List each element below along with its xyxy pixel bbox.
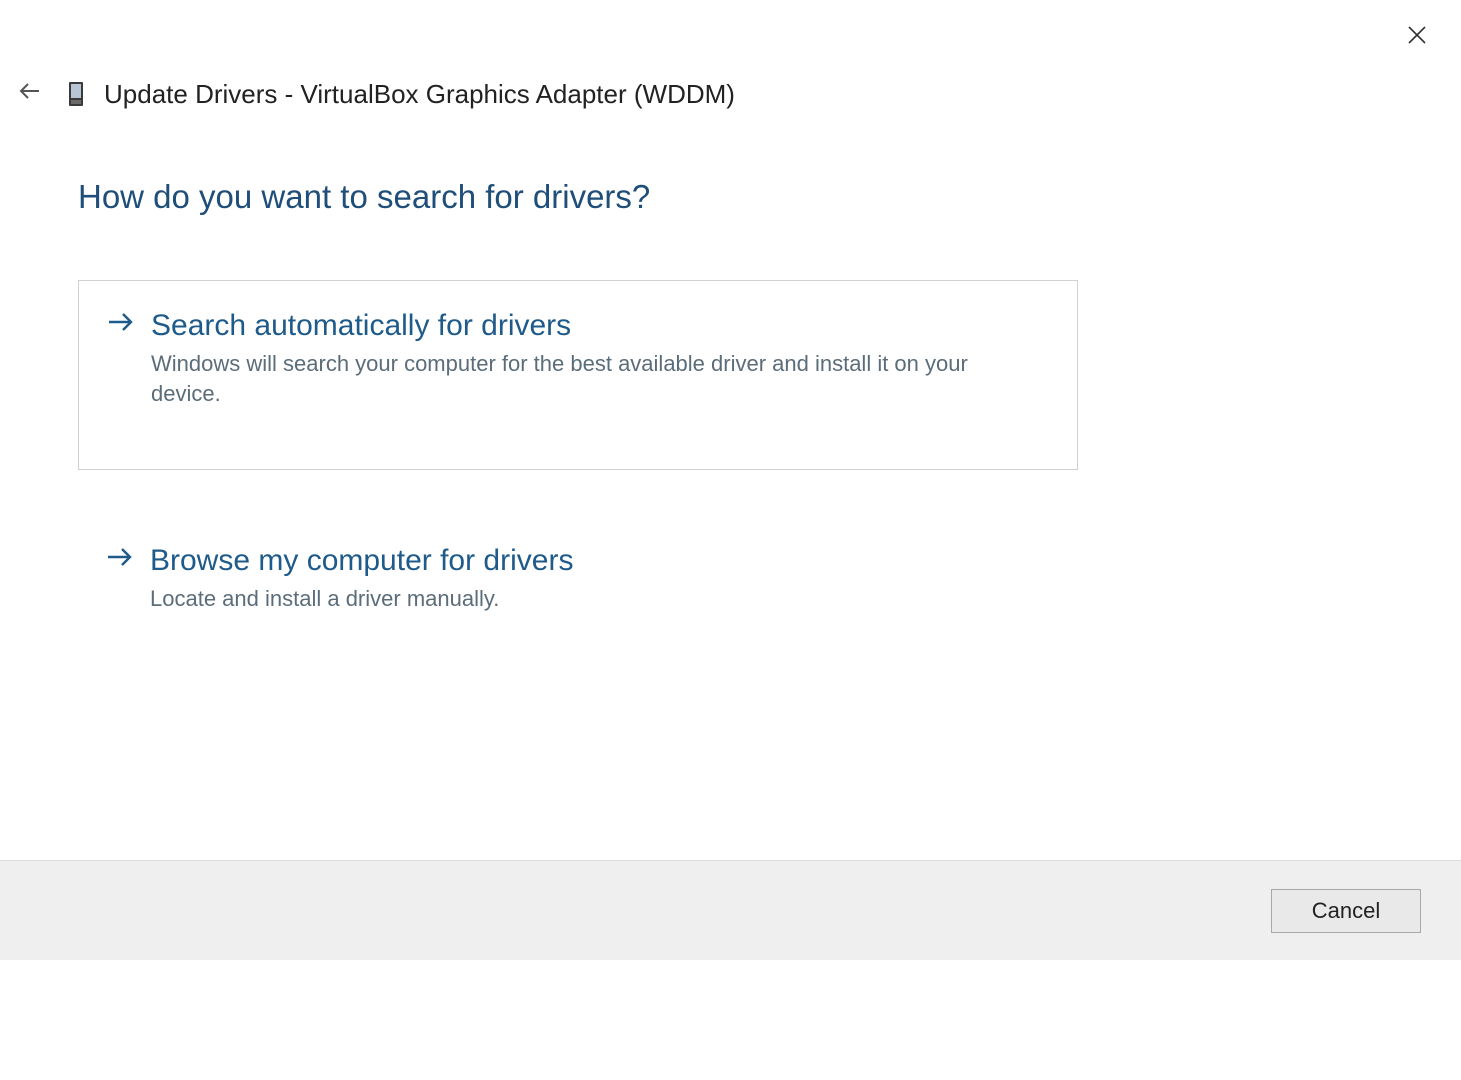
option-description: Locate and install a driver manually. <box>150 584 573 614</box>
cancel-button[interactable]: Cancel <box>1271 889 1421 933</box>
close-icon <box>1407 20 1427 52</box>
option-description: Windows will search your computer for th… <box>151 349 1031 409</box>
option-title: Search automatically for drivers <box>151 309 1031 343</box>
arrow-right-icon <box>106 544 136 578</box>
device-icon <box>66 79 86 109</box>
arrow-right-icon <box>107 309 137 343</box>
dialog-footer: Cancel <box>0 860 1461 960</box>
close-button[interactable] <box>1393 12 1441 60</box>
back-button[interactable] <box>12 76 48 112</box>
wizard-header: Update Drivers - VirtualBox Graphics Ada… <box>12 76 735 112</box>
option-search-automatically[interactable]: Search automatically for drivers Windows… <box>78 280 1078 470</box>
option-browse-computer[interactable]: Browse my computer for drivers Locate an… <box>78 516 1078 674</box>
back-arrow-icon <box>17 78 43 111</box>
window-title: Update Drivers - VirtualBox Graphics Ada… <box>104 79 735 110</box>
page-heading: How do you want to search for drivers? <box>78 178 650 216</box>
option-title: Browse my computer for drivers <box>150 544 573 578</box>
